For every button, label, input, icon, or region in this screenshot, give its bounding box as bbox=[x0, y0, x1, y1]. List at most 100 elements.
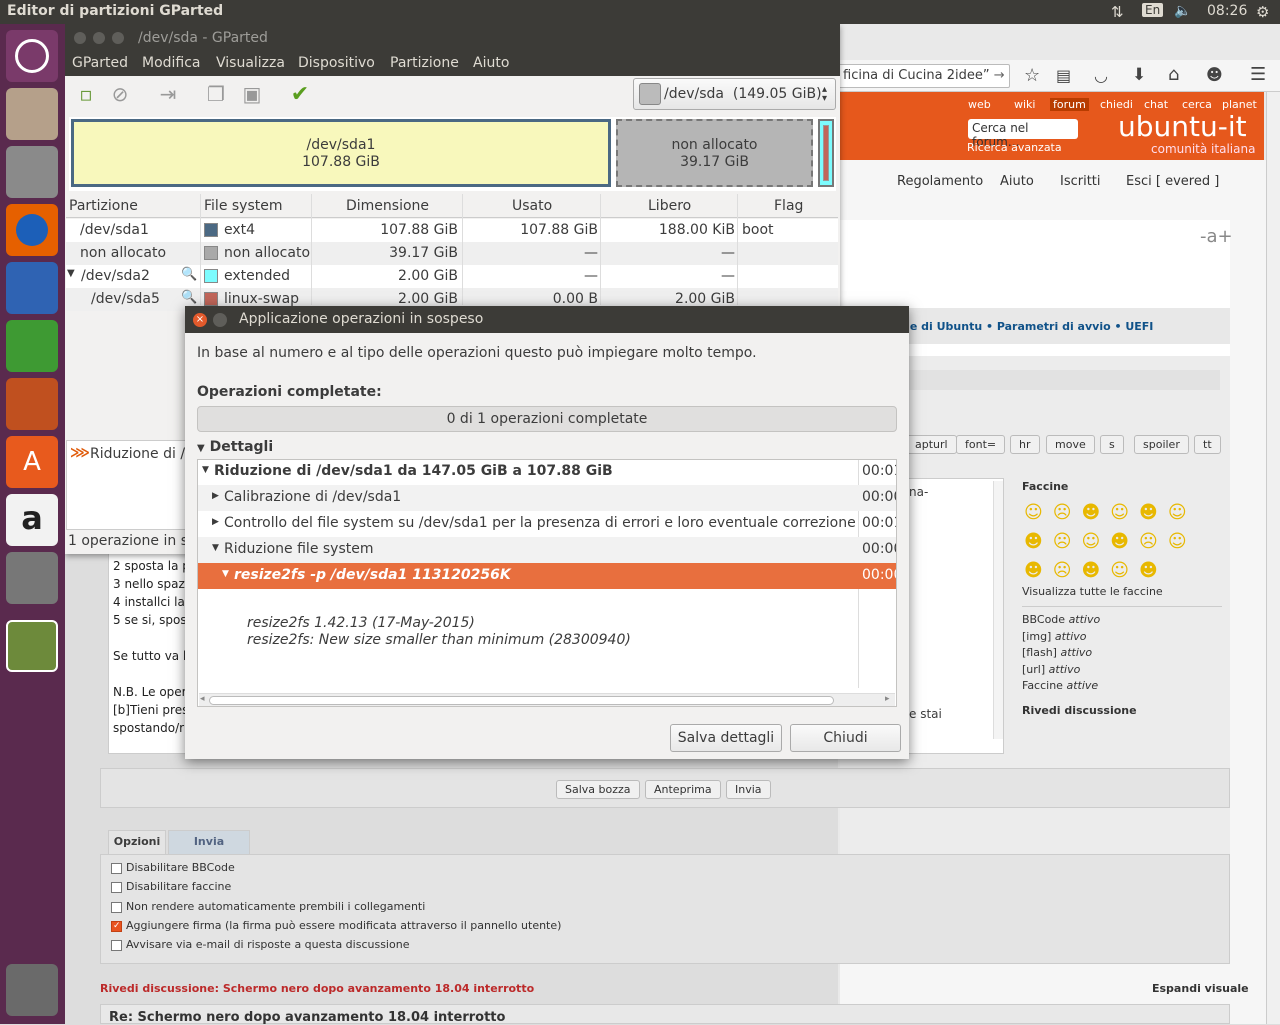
col-used[interactable]: Usato bbox=[512, 198, 552, 214]
col-flag[interactable]: Flag bbox=[774, 198, 803, 214]
dialog-minimize-icon[interactable] bbox=[213, 313, 227, 327]
link-aiuto[interactable]: Aiuto bbox=[1000, 174, 1034, 189]
software-center-icon[interactable]: A bbox=[6, 436, 58, 488]
details-expander[interactable]: ▼ Dettagli bbox=[197, 439, 273, 455]
col-size[interactable]: Dimensione bbox=[346, 198, 429, 214]
all-smileys-link[interactable]: Visualizza tutte le faccine bbox=[1022, 585, 1163, 598]
scroll-left-icon[interactable]: ◂ bbox=[200, 694, 205, 704]
system-gear-icon[interactable]: ⚙ bbox=[1256, 3, 1269, 21]
tab-attachment[interactable]: Invia allegato bbox=[168, 830, 250, 870]
details-tree-row[interactable]: ▶ Controllo del file system su /dev/sda1… bbox=[198, 511, 896, 537]
map-sda5[interactable] bbox=[823, 125, 829, 181]
tree-expander-icon[interactable]: ▼ bbox=[67, 268, 75, 279]
chat-icon[interactable]: ☻ bbox=[1206, 65, 1223, 84]
writer-icon[interactable] bbox=[6, 262, 58, 314]
col-partition[interactable]: Partizione bbox=[69, 198, 138, 214]
dialog-close-icon[interactable]: × bbox=[193, 313, 207, 327]
map-unallocated[interactable]: non allocato 39.17 GiB bbox=[616, 119, 813, 187]
scrollbar-thumb[interactable] bbox=[209, 696, 834, 705]
details-tree-row[interactable]: ▼ Riduzione file system 00:00 bbox=[198, 537, 896, 563]
calc-icon[interactable] bbox=[6, 320, 58, 372]
reading-list-icon[interactable]: ▤ bbox=[1056, 66, 1071, 85]
keyboard-layout-indicator[interactable]: En bbox=[1142, 3, 1164, 17]
preview-button[interactable]: Anteprima bbox=[645, 780, 721, 799]
resize-move-icon[interactable]: ⇥ bbox=[155, 82, 181, 108]
tree-arrow-icon[interactable]: ▼ bbox=[212, 543, 219, 553]
file-manager-icon[interactable] bbox=[6, 146, 58, 198]
bbcode-font-button[interactable]: font= bbox=[956, 435, 1006, 454]
link-regolamento[interactable]: Regolamento bbox=[897, 174, 983, 189]
link-logout[interactable]: Esci [ evered ] bbox=[1126, 174, 1219, 189]
textarea-scrollbar[interactable] bbox=[993, 481, 1003, 739]
map-sda1[interactable]: /dev/sda1 107.88 GiB bbox=[71, 119, 611, 187]
tree-arrow-icon[interactable]: ▶ bbox=[212, 517, 219, 527]
dash-ubuntu-icon[interactable] bbox=[6, 30, 58, 82]
menu-dispositivo[interactable]: Dispositivo bbox=[298, 55, 375, 71]
new-partition-icon[interactable]: ▫ bbox=[73, 82, 99, 108]
menu-partizione[interactable]: Partizione bbox=[390, 55, 459, 71]
font-size-icon[interactable]: -a+ bbox=[1200, 226, 1233, 247]
advanced-search-link[interactable]: Ricerca avanzata bbox=[967, 141, 1062, 154]
apply-icon[interactable]: ✔ bbox=[287, 82, 313, 108]
menu-icon[interactable]: ☰ bbox=[1250, 64, 1266, 85]
network-icon[interactable]: ⇅ bbox=[1111, 3, 1124, 21]
menu-aiuto[interactable]: Aiuto bbox=[473, 55, 509, 71]
nav-forum[interactable]: forum bbox=[1050, 98, 1089, 111]
copy-icon[interactable]: ❐ bbox=[203, 82, 229, 108]
option-checkbox[interactable] bbox=[111, 940, 122, 952]
nav-wiki[interactable]: wiki bbox=[1014, 98, 1035, 111]
page-scrollbar[interactable] bbox=[1266, 92, 1280, 1024]
smiley-grid[interactable]: ☺☹☻☺☻☺☻☹☺☻☹☺☻☹☻☺☻ bbox=[1024, 498, 1224, 585]
disk-tool-icon[interactable] bbox=[6, 88, 58, 140]
save-draft-button[interactable]: Salva bozza bbox=[556, 780, 640, 799]
minimize-icon[interactable] bbox=[93, 32, 105, 44]
option-checkbox[interactable]: ✓ bbox=[111, 920, 122, 932]
partition-row[interactable]: non allocato non allocato 39.17 GiB — — bbox=[66, 242, 838, 265]
submit-button[interactable]: Invia bbox=[726, 780, 771, 799]
clock[interactable]: 08:26 bbox=[1207, 3, 1247, 19]
close-icon[interactable] bbox=[74, 32, 86, 44]
tree-arrow-icon[interactable]: ▶ bbox=[212, 491, 219, 501]
bookmark-star-icon[interactable]: ☆ bbox=[1024, 65, 1040, 86]
menu-visualizza[interactable]: Visualizza bbox=[216, 55, 285, 71]
partition-row[interactable]: ▼ /dev/sda2 🔍 extended 2.00 GiB — — bbox=[66, 265, 838, 288]
link-iscritti[interactable]: Iscritti bbox=[1060, 174, 1101, 189]
trash-icon[interactable] bbox=[6, 964, 58, 1016]
close-button[interactable]: Chiudi bbox=[790, 724, 901, 752]
volume-icon[interactable]: 🔈 bbox=[1174, 3, 1191, 19]
bbcode-spoiler-button[interactable]: spoiler bbox=[1134, 435, 1189, 454]
nav-web[interactable]: web bbox=[968, 98, 991, 111]
home-icon[interactable]: ⌂ bbox=[1168, 64, 1179, 85]
url-bar[interactable]: ficina di Cucina 2idee” → bbox=[838, 64, 1010, 88]
details-tree-row[interactable]: ▶ Calibrazione di /dev/sda1 00:00 bbox=[198, 485, 896, 511]
firefox-icon[interactable] bbox=[6, 204, 58, 256]
bbcode-hr-button[interactable]: hr bbox=[1010, 435, 1040, 454]
menu-gparted[interactable]: GParted bbox=[72, 55, 128, 71]
pocket-icon[interactable]: ◡ bbox=[1094, 66, 1108, 85]
details-tree-row[interactable]: ▼ resize2fs -p /dev/sda1 113120256K 00:0… bbox=[198, 563, 896, 589]
amazon-icon[interactable]: a bbox=[6, 494, 58, 546]
map-extended[interactable] bbox=[818, 119, 834, 187]
option-checkbox[interactable] bbox=[111, 882, 122, 894]
device-selector[interactable]: /dev/sda (149.05 GiB) ▴ ▾ bbox=[633, 78, 836, 110]
gparted-launcher-icon[interactable] bbox=[6, 620, 58, 672]
tree-arrow-icon[interactable]: ▼ bbox=[222, 569, 229, 579]
impress-icon[interactable] bbox=[6, 378, 58, 430]
col-free[interactable]: Libero bbox=[648, 198, 691, 214]
bbcode-apturl-button[interactable]: apturl bbox=[906, 435, 957, 454]
tree-arrow-icon[interactable]: ▼ bbox=[202, 465, 209, 475]
col-filesystem[interactable]: File system bbox=[204, 198, 283, 214]
delete-icon[interactable]: ⊘ bbox=[107, 82, 133, 108]
review-link[interactable]: Rivedi discussione bbox=[1022, 704, 1137, 717]
quick-links[interactable]: ne di Ubuntu • Parametri di avvio • UEFI bbox=[902, 320, 1153, 333]
scroll-right-icon[interactable]: ▸ bbox=[885, 694, 890, 704]
expand-view-link[interactable]: Espandi visuale bbox=[1152, 982, 1249, 995]
horizontal-scrollbar[interactable]: ◂ ▸ bbox=[199, 693, 895, 706]
bbcode-move-button[interactable]: move bbox=[1046, 435, 1095, 454]
download-icon[interactable]: ⬇ bbox=[1132, 65, 1146, 85]
tab-options[interactable]: Opzioni bbox=[108, 830, 166, 854]
bbcode-tt-button[interactable]: tt bbox=[1194, 435, 1221, 454]
option-checkbox[interactable] bbox=[111, 863, 122, 874]
system-settings-icon[interactable] bbox=[6, 552, 58, 604]
save-details-button[interactable]: Salva dettagli bbox=[670, 724, 782, 752]
